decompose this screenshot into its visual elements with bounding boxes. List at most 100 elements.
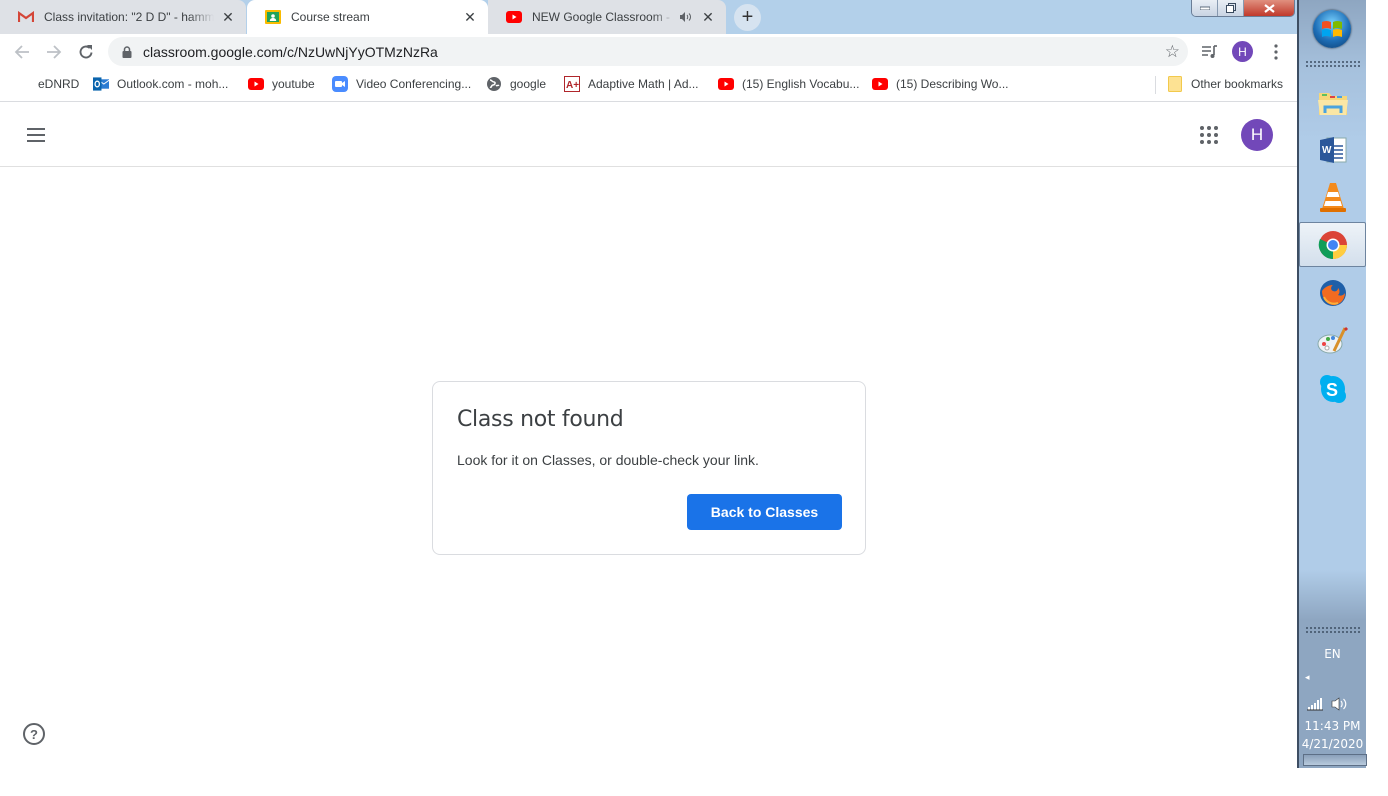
media-control-button[interactable] (1198, 34, 1222, 69)
menu-icon (27, 128, 45, 130)
svg-text:A+: A+ (566, 80, 579, 91)
more-vert-icon (1274, 43, 1278, 60)
tab-title: Course stream (291, 10, 370, 24)
taskbar-vlc[interactable] (1299, 174, 1366, 219)
help-icon[interactable]: ? (23, 723, 45, 745)
reload-button[interactable] (71, 37, 101, 67)
browser-toolbar: classroom.google.com/c/NzUwNjYyOTMzNzRa … (0, 34, 1297, 69)
clock-date[interactable]: 4/21/2020 (1299, 737, 1366, 751)
browser-menu-button[interactable] (1266, 34, 1286, 69)
app-header: H (0, 102, 1297, 167)
new-tab-button[interactable]: + (734, 4, 761, 31)
show-hidden-icons-button[interactable]: ◂ (1305, 673, 1315, 683)
bookmark-describing-words[interactable]: (15) Describing Wo... (872, 69, 1008, 99)
screen: Class invitation: "2 D D" - hammad ✕ Cou… (0, 0, 1388, 796)
tab-youtube-classroom[interactable]: NEW Google Classroom - Join ✕ (488, 0, 726, 34)
youtube-icon (506, 9, 522, 25)
bookmark-label: eDNRD (38, 77, 80, 91)
skype-icon: S (1319, 374, 1346, 403)
bookmark-star-icon[interactable]: ☆ (1165, 42, 1180, 62)
tab-title: NEW Google Classroom - Join (532, 10, 674, 24)
speaker-icon[interactable] (678, 9, 694, 25)
close-tab-icon[interactable]: ✕ (220, 9, 236, 25)
account-avatar[interactable]: H (1241, 119, 1273, 151)
bookmark-google[interactable]: google (486, 69, 546, 99)
bookmarks-bar: eDNRD Outlook.com - moh... youtube Video… (0, 69, 1297, 102)
taskbar-firefox[interactable] (1299, 270, 1366, 315)
bookmark-label: (15) English Vocabu... (742, 77, 860, 91)
chrome-icon (1318, 230, 1347, 259)
bookmark-english-vocabulary[interactable]: (15) English Vocabu... (718, 69, 859, 99)
address-bar[interactable]: classroom.google.com/c/NzUwNjYyOTMzNzRa … (108, 37, 1188, 66)
taskbar-file-explorer[interactable] (1299, 80, 1366, 125)
forward-button[interactable] (39, 37, 69, 67)
network-icon[interactable] (1307, 697, 1324, 711)
back-button[interactable] (7, 37, 37, 67)
url-text[interactable]: classroom.google.com/c/NzUwNjYyOTMzNzRa (143, 44, 438, 60)
restore-button[interactable] (1218, 0, 1244, 16)
bookmark-label: (15) Describing Wo... (896, 77, 1009, 91)
youtube-icon (248, 76, 264, 92)
windows-taskbar: W S EN ◂ 11:43 PM 4/21/2020 (1297, 0, 1367, 768)
bookmark-label: Video Conferencing... (356, 77, 472, 91)
profile-avatar: H (1232, 41, 1253, 62)
taskbar-word[interactable]: W (1299, 126, 1366, 171)
language-indicator[interactable]: EN (1299, 647, 1366, 661)
close-window-button[interactable] (1244, 0, 1294, 16)
bookmark-label: Other bookmarks (1191, 77, 1284, 91)
bookmark-adaptive-math[interactable]: A+ Adaptive Math | Ad... (564, 69, 699, 99)
show-desktop-button[interactable] (1303, 754, 1367, 766)
playlist-music-icon (1202, 44, 1217, 58)
svg-text:S: S (1326, 380, 1338, 400)
bookmark-video-conferencing[interactable]: Video Conferencing... (332, 69, 471, 99)
word-icon: W (1319, 136, 1346, 163)
error-title: Class not found (457, 407, 624, 432)
bookmark-ednrd[interactable]: eDNRD (38, 69, 79, 99)
main-menu-button[interactable] (20, 119, 52, 151)
gmail-icon (18, 9, 34, 25)
volume-icon[interactable] (1331, 697, 1349, 711)
paint-icon (1317, 326, 1348, 353)
reload-icon (79, 44, 93, 58)
classroom-icon (265, 9, 281, 25)
back-to-classes-button[interactable]: Back to Classes (687, 494, 842, 530)
arrow-right-icon (47, 44, 62, 59)
google-apps-button[interactable] (1196, 122, 1222, 148)
bookmark-youtube[interactable]: youtube (248, 69, 315, 99)
file-explorer-icon (1317, 92, 1348, 115)
window-controls (1191, 0, 1295, 17)
close-tab-icon[interactable]: ✕ (462, 9, 478, 25)
browser-window: Class invitation: "2 D D" - hammad ✕ Cou… (0, 0, 1297, 768)
outlook-icon (93, 76, 109, 92)
taskbar-skype[interactable]: S (1299, 366, 1366, 411)
close-tab-icon[interactable]: ✕ (700, 9, 716, 25)
firefox-icon (1319, 279, 1346, 306)
taskbar-grip[interactable] (1305, 60, 1361, 68)
youtube-icon (872, 76, 888, 92)
bookmark-outlook[interactable]: Outlook.com - moh... (93, 69, 228, 99)
taskbar-paint[interactable] (1299, 318, 1366, 363)
clock-time[interactable]: 11:43 PM (1299, 719, 1366, 733)
minimize-button[interactable] (1192, 0, 1218, 16)
taskbar-chrome[interactable] (1299, 222, 1366, 267)
bookmark-label: youtube (272, 77, 315, 91)
windows-logo-icon (1322, 21, 1342, 37)
error-card: Class not found Look for it on Classes, … (432, 381, 866, 555)
lock-icon[interactable] (120, 45, 134, 58)
tab-course-stream[interactable]: Course stream ✕ (247, 0, 488, 34)
bookmark-label: google (510, 77, 547, 91)
folder-icon (1167, 76, 1183, 92)
bookmark-label: Adaptive Math | Ad... (588, 77, 699, 91)
svg-text:W: W (1322, 145, 1332, 156)
other-bookmarks[interactable]: Other bookmarks (1167, 69, 1283, 99)
bookmarks-separator (1155, 76, 1156, 94)
tab-strip: Class invitation: "2 D D" - hammad ✕ Cou… (0, 0, 1297, 34)
tray-grip[interactable] (1305, 626, 1361, 634)
vlc-icon (1319, 182, 1346, 212)
tab-class-invitation[interactable]: Class invitation: "2 D D" - hammad ✕ (0, 0, 246, 34)
start-button[interactable] (1313, 10, 1351, 48)
adaptive-math-icon: A+ (564, 76, 580, 92)
error-message: Look for it on Classes, or double-check … (457, 452, 759, 468)
globe-icon (486, 76, 502, 92)
profile-button[interactable]: H (1232, 34, 1253, 69)
